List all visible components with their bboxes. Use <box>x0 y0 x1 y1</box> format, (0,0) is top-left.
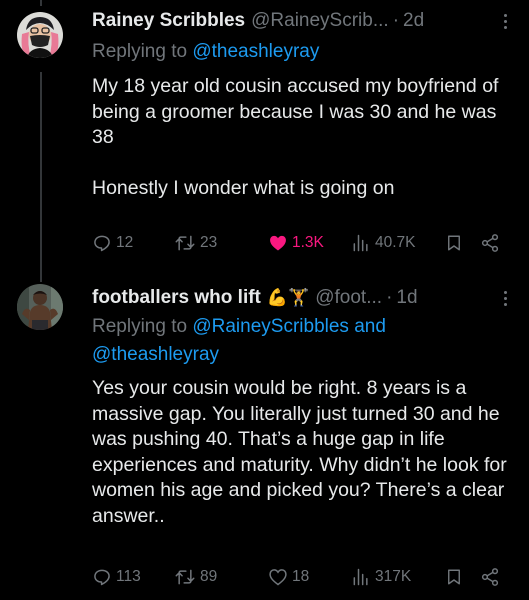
replying-to: Replying to @theashleyray <box>92 39 319 64</box>
like-count: 18 <box>292 568 310 585</box>
separator-dot: · <box>386 287 393 308</box>
mention-link[interactable]: @theashleyray <box>92 344 219 365</box>
bookmark-icon <box>448 235 460 251</box>
reply-button[interactable]: 113 <box>92 564 141 590</box>
retweet-count: 89 <box>200 568 218 585</box>
retweet-button[interactable]: 23 <box>174 230 217 256</box>
mention-link[interactable]: @theashleyray <box>192 41 319 62</box>
like-button[interactable]: 1.3K <box>268 230 324 256</box>
views-icon <box>353 234 368 252</box>
replying-to-line-2: @theashleyray <box>92 342 219 367</box>
mention-link[interactable]: @RaineyScribbles and <box>192 316 386 337</box>
bookmark-button[interactable] <box>445 230 463 256</box>
timestamp[interactable]: 1d <box>396 287 417 309</box>
retweet-icon <box>175 235 195 251</box>
share-button[interactable] <box>480 230 500 256</box>
retweet-button[interactable]: 89 <box>174 564 217 590</box>
views-count: 40.7K <box>375 234 416 251</box>
more-icon[interactable] <box>495 287 515 309</box>
reply-count: 113 <box>116 568 141 585</box>
reply-count: 12 <box>116 234 134 251</box>
avatar[interactable] <box>17 12 63 58</box>
like-icon <box>270 235 286 251</box>
views-icon <box>353 568 368 586</box>
tweet-reply-1[interactable]: Rainey Scribbles @RaineyScrib... · 2d Re… <box>0 0 529 280</box>
views-button[interactable]: 40.7K <box>351 230 416 256</box>
reply-icon <box>94 235 110 252</box>
separator-dot: · <box>392 10 400 31</box>
name-emoji: 💪🏋 <box>266 288 310 307</box>
replying-to: Replying to @RaineyScribbles and <box>92 314 386 339</box>
display-name[interactable]: Rainey Scribbles <box>92 10 245 32</box>
action-bar: 113 89 18 317K <box>92 564 512 590</box>
like-icon <box>269 569 287 586</box>
replying-to-label: Replying to <box>92 316 193 337</box>
share-icon <box>481 234 499 252</box>
bookmark-button[interactable] <box>445 564 463 590</box>
reply-icon <box>94 569 110 586</box>
views-button[interactable]: 317K <box>351 564 411 590</box>
replying-to-label: Replying to <box>92 41 193 62</box>
more-icon[interactable] <box>495 10 515 32</box>
tweet-text: Yes your cousin would be right. 8 years … <box>92 377 513 527</box>
display-name[interactable]: footballers who lift <box>92 287 261 309</box>
user-handle[interactable]: @RaineyScrib... <box>251 10 389 32</box>
tweet-text: My 18 year old cousin accused my boyfrie… <box>92 75 499 200</box>
tweet-reply-2[interactable]: footballers who lift 💪🏋 @foot... · 1d Re… <box>0 280 529 600</box>
share-button[interactable] <box>480 564 500 590</box>
avatar[interactable] <box>17 284 63 330</box>
share-icon <box>481 568 499 586</box>
like-count: 1.3K <box>292 234 324 251</box>
views-count: 317K <box>375 568 412 585</box>
retweet-count: 23 <box>200 234 218 251</box>
tweet-header: footballers who lift 💪🏋 @foot... · 1d <box>92 285 519 311</box>
bookmark-icon <box>448 569 460 585</box>
action-bar: 12 23 1.3K 40.7K <box>92 230 512 256</box>
user-handle[interactable]: @foot... <box>315 287 382 309</box>
like-button[interactable]: 18 <box>268 564 309 590</box>
reply-button[interactable]: 12 <box>92 230 133 256</box>
retweet-icon <box>175 569 195 585</box>
tweet-header: Rainey Scribbles @RaineyScrib... · 2d <box>92 8 519 34</box>
timestamp[interactable]: 2d <box>403 10 424 32</box>
